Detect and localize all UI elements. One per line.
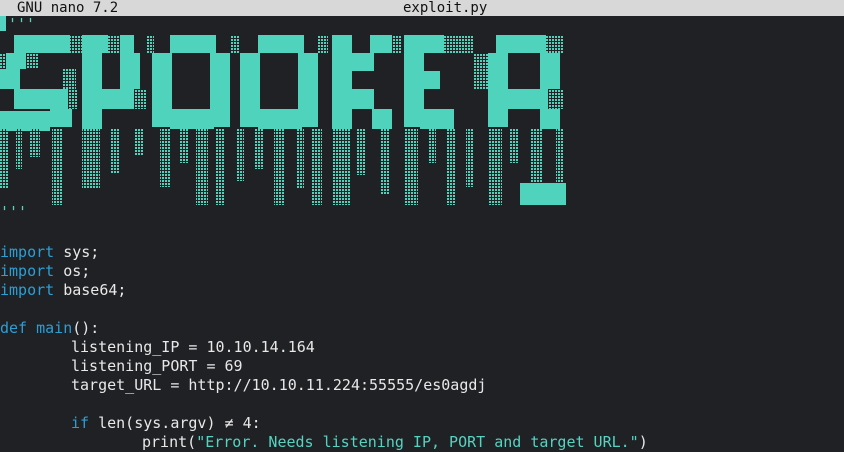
code-line-if: if len(sys.argv) ≠ 4: bbox=[71, 414, 261, 433]
code-text: print( bbox=[142, 433, 197, 451]
code-text: sys; bbox=[54, 243, 100, 261]
keyword: def bbox=[0, 319, 28, 337]
code-line-import-sys: import sys; bbox=[0, 243, 99, 262]
code-line-import-os: import os; bbox=[0, 262, 90, 281]
code-text: ) bbox=[638, 433, 648, 451]
string-literal: "Error. Needs listening IP, PORT and tar… bbox=[196, 433, 639, 451]
ascii-art-banner bbox=[0, 35, 566, 205]
code-line-listening-port: listening_PORT = 69 bbox=[71, 357, 243, 375]
docstring-close: ''' bbox=[0, 203, 28, 221]
keyword: import bbox=[0, 243, 55, 261]
code-line-target-url: target_URL = http://10.10.11.224:55555/e… bbox=[71, 376, 487, 394]
code-line-listening-ip: listening_IP = 10.10.14.164 bbox=[71, 338, 315, 356]
keyword: import bbox=[0, 262, 55, 280]
keyword: if bbox=[71, 414, 90, 432]
keyword: import bbox=[0, 281, 55, 299]
editor-name: GNU nano 7.2 bbox=[17, 0, 119, 16]
code-text: base64; bbox=[54, 281, 127, 299]
code-text: (): bbox=[72, 319, 100, 337]
nano-titlebar: GNU nano 7.2 exploit.py bbox=[0, 0, 844, 16]
code-line-import-base64: import base64; bbox=[0, 281, 126, 300]
code-line-def-main: def main(): bbox=[0, 319, 99, 338]
function-name: main bbox=[36, 319, 73, 337]
text-cursor bbox=[0, 16, 6, 31]
code-text: len(sys.argv) ≠ 4: bbox=[89, 414, 261, 432]
docstring-open: ''' bbox=[8, 15, 36, 33]
code-line-print: print("Error. Needs listening IP, PORT a… bbox=[142, 433, 648, 452]
file-name: exploit.py bbox=[403, 0, 488, 16]
code-text: os; bbox=[54, 262, 91, 280]
